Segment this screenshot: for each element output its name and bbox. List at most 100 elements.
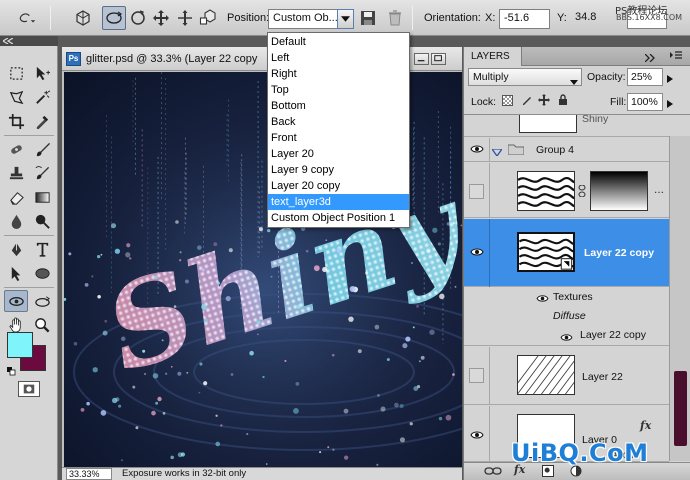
lock-label: Lock: [471,96,497,108]
diffuse-row[interactable]: Diffuse [464,307,669,326]
collapse-panel-icon[interactable] [644,52,655,65]
lock-all-icon[interactable] [557,94,569,109]
position-menu-item[interactable]: Custom Object Position 1 [268,210,409,226]
gradient-tool-icon[interactable] [30,186,54,208]
position-menu-item[interactable]: Layer 20 copy [268,178,409,194]
document-title: glitter.psd @ 33.3% (Layer 22 copy [86,53,258,65]
photoshop-document-icon: Ps [66,52,81,66]
foreground-color-swatch[interactable] [7,332,33,358]
healing-brush-tool-icon[interactable] [4,138,28,160]
orientation-x-field[interactable]: -51.6 [499,9,550,29]
textures-eye-icon[interactable] [536,293,549,306]
eraser-tool-icon[interactable] [4,186,28,208]
texture-eye-icon[interactable] [560,332,573,345]
panel-menu-icon[interactable] [670,51,682,64]
tools-separator [4,135,54,136]
layer-thumbnail-zebra [517,171,575,211]
layer-mask-thumbnail[interactable] [590,171,648,211]
link-layers-icon[interactable] [484,465,502,480]
pen-tool-icon[interactable] [4,238,28,260]
texture-layer-name: Layer 22 copy [580,329,646,341]
3d-object-tool-preset-icon[interactable] [10,7,44,29]
lock-image-pixels-icon[interactable] [521,94,533,109]
clone-stamp-tool-icon[interactable] [4,162,28,184]
slide-3d-object-icon[interactable] [174,7,196,29]
layer-row-masked[interactable]: … [464,163,669,218]
group-name: Group 4 [536,144,574,156]
default-colors-icon[interactable] [7,366,16,376]
save-position-icon[interactable] [357,7,379,29]
position-menu-item[interactable]: Default [268,34,409,50]
drag-3d-object-icon[interactable] [150,7,172,29]
layers-scrollbar[interactable] [669,136,690,461]
position-menu-item[interactable]: text_layer3d [268,194,409,210]
opacity-field[interactable]: 25% [627,68,663,86]
dodge-tool-icon[interactable] [30,210,54,232]
layer-thumbnail-hatched [517,355,575,395]
layer-effects-fx-icon[interactable]: fx [640,419,651,432]
visibility-toggle-empty[interactable] [469,184,484,199]
zoom-tool-icon[interactable] [30,314,54,336]
scale-3d-object-icon[interactable] [197,7,219,29]
history-brush-tool-icon[interactable] [30,162,54,184]
eyedropper-tool-icon[interactable] [30,110,54,132]
layer-row-shiny[interactable]: Shiny [464,115,669,137]
ellipse-tool-icon[interactable] [30,262,54,284]
blend-mode-arrow-icon[interactable] [570,75,578,88]
path-selection-tool-icon[interactable] [4,262,28,284]
lock-position-icon[interactable] [538,94,550,109]
marquee-tool-icon[interactable] [4,62,28,84]
maximize-window-button[interactable] [431,53,446,65]
position-menu-item[interactable]: Layer 9 copy [268,162,409,178]
tools-panel-header[interactable] [0,36,58,46]
lasso-tool-icon[interactable] [4,86,28,108]
separator [412,6,413,30]
layer-name: Shiny [582,115,609,125]
position-select[interactable]: Custom Ob... [268,9,338,29]
expand-group-triangle-icon[interactable] [490,146,504,159]
visibility-toggle-empty[interactable] [469,368,484,383]
opacity-slider-arrow-icon[interactable] [667,73,673,86]
quick-mask-mode-icon[interactable] [18,381,40,397]
scrollbar-thumb[interactable] [674,371,687,446]
magic-wand-tool-icon[interactable] [30,86,54,108]
crop-tool-icon[interactable] [4,110,28,132]
delete-position-icon[interactable] [384,7,406,29]
layer-group-row[interactable]: Group 4 [464,138,669,162]
position-menu-item[interactable]: Layer 20 [268,146,409,162]
blend-mode-select[interactable]: Multiply [468,68,582,86]
position-menu-item[interactable]: Top [268,82,409,98]
opacity-label: Opacity: [587,71,626,83]
new-adjustment-layer-icon[interactable] [570,465,582,480]
rotate-3d-object-icon[interactable] [102,6,126,30]
visibility-eye-icon[interactable] [470,247,484,259]
position-menu-item[interactable]: Left [268,50,409,66]
position-menu-item[interactable]: Front [268,130,409,146]
textures-row[interactable]: Textures [464,288,669,307]
fill-field[interactable]: 100% [627,93,663,111]
3d-rotate-tool-icon[interactable] [4,290,28,312]
visibility-eye-icon[interactable] [470,430,484,442]
move-tool-icon[interactable] [30,62,54,84]
visibility-eye-icon[interactable] [470,144,484,156]
position-menu-item[interactable]: Bottom [268,98,409,114]
diffuse-texture-row[interactable]: Layer 22 copy [464,326,669,346]
blur-tool-icon[interactable] [4,210,28,232]
brush-tool-icon[interactable] [30,138,54,160]
layer-row-selected[interactable]: Layer 22 copy [464,219,669,287]
type-tool-icon[interactable] [30,238,54,260]
return-to-initial-position-icon[interactable] [72,7,94,29]
position-menu-item[interactable]: Right [268,66,409,82]
lock-transparent-pixels-icon[interactable] [502,95,513,106]
layer-thumbnail [519,115,577,133]
fill-slider-arrow-icon[interactable] [667,98,673,111]
position-menu-item[interactable]: Back [268,114,409,130]
layers-panel-tab[interactable]: LAYERS [464,47,690,66]
zoom-level-field[interactable]: 33.33% [66,468,112,480]
3d-orbit-tool-icon[interactable] [30,290,54,312]
layer-row-layer-22[interactable]: Layer 22 [464,347,669,405]
position-select-arrow[interactable] [337,9,354,29]
minimize-window-button[interactable] [414,53,429,65]
roll-3d-object-icon[interactable] [127,7,149,29]
mask-link-icon[interactable] [578,184,586,200]
